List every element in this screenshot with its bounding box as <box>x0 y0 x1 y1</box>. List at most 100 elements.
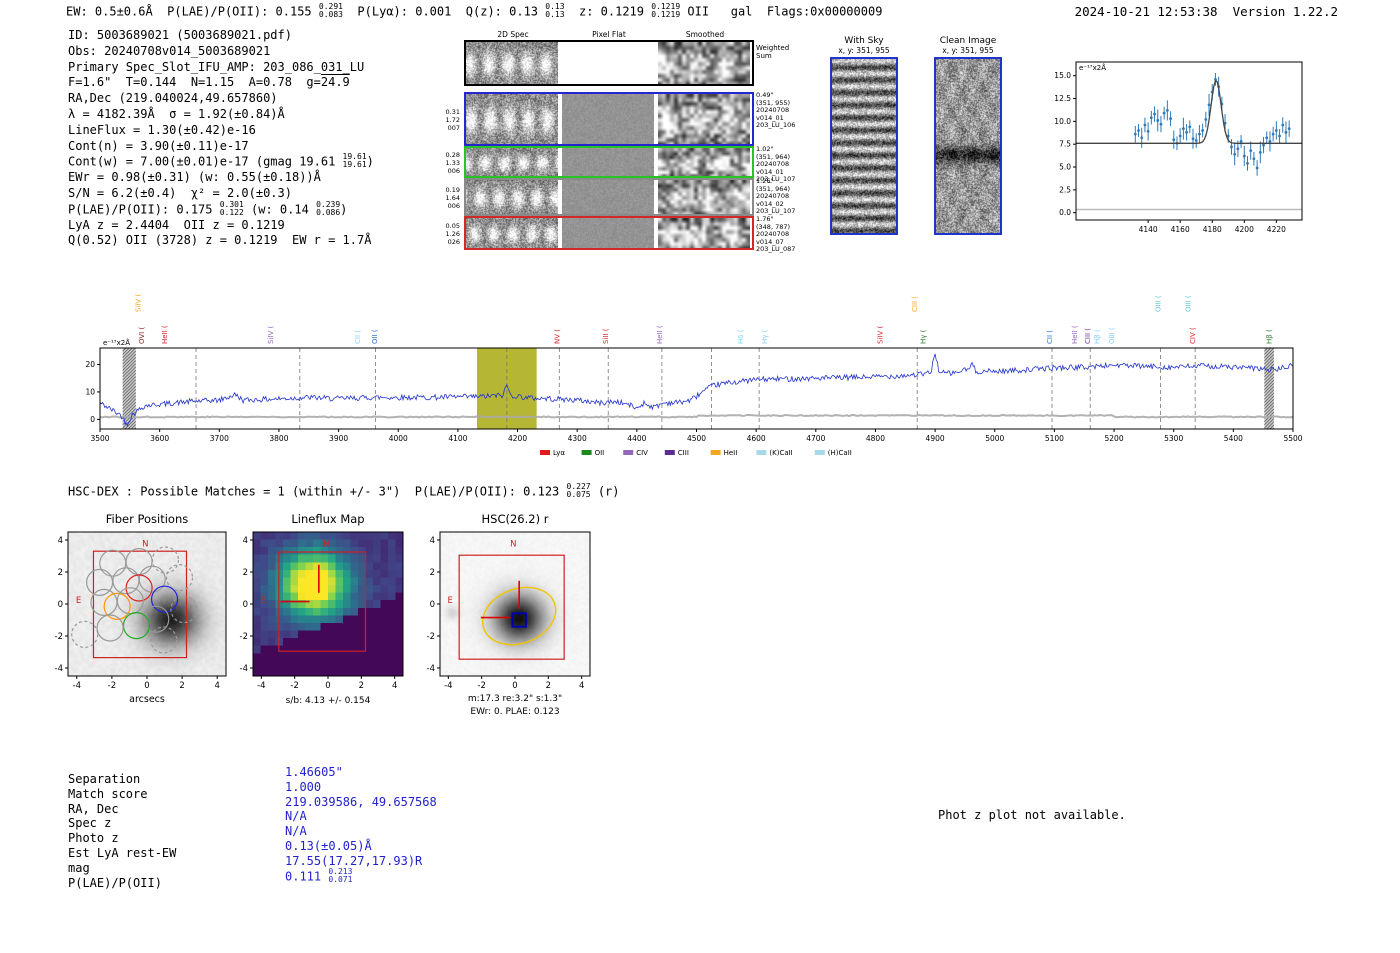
inset-data-point <box>1271 132 1275 136</box>
spectrum-x-tick-label: 4200 <box>508 434 527 443</box>
inset-data-point <box>1181 127 1185 131</box>
emission-line-label: OIII ( <box>1108 327 1116 344</box>
emission-line-label: CIII ( <box>911 296 919 312</box>
cutout-row2-weights: 0.19 1.64 006 <box>445 186 460 210</box>
legend-swatch <box>756 450 767 455</box>
legend-label: (K)CaII <box>769 449 792 457</box>
emission-line-label: HeII ( <box>161 325 169 344</box>
hsc-dex-match-line: HSC-DEX : Possible Matches = 1 (within +… <box>68 483 620 500</box>
legend-label: (H)CaII <box>828 449 852 457</box>
cutout-col-header-pixelflat: Pixel Flat <box>592 30 626 39</box>
emission-line-label: SiIV ( <box>135 294 143 312</box>
inset-data-point <box>1278 134 1281 138</box>
inset-data-point <box>1252 157 1256 161</box>
inset-data-point <box>1188 125 1192 129</box>
fiber-panel-y-tick-label: -4 <box>55 664 63 674</box>
inset-data-point <box>1143 123 1147 127</box>
info-line-11-text: P(LAE)/P(OII): 0.175 <box>68 202 220 217</box>
inset-data-point <box>1162 111 1166 115</box>
fiber-circle-gray <box>125 548 153 576</box>
fiber-panel-y-tick-label: 2 <box>58 568 63 578</box>
info-line-0-text: ID: 5003689021 (5003689021.pdf) <box>68 28 292 42</box>
info-line-12-text: LyA z = 2.4404 OII z = 0.1219 <box>68 217 285 232</box>
header-text: z: 0.1219 <box>564 4 652 19</box>
spectrum-x-tick-label: 4500 <box>687 434 706 443</box>
legend-swatch <box>581 450 592 455</box>
emission-line-label: SiIV ( <box>267 326 275 344</box>
match-table-value: 0.111 0.213 0.071 <box>285 866 353 884</box>
cutout-row2-fiber-info: 1.26" (351, 964) 20240708 v014_02 203_LU_107 <box>756 177 796 216</box>
info-line-2-text: Primary Spec_Slot_IFU_AMP: 203_086_031_L… <box>68 59 365 74</box>
inset-x-tick-label: 4140 <box>1139 225 1158 234</box>
info-line-3-overline: 24.9 <box>320 75 350 90</box>
legend-swatch <box>814 450 825 455</box>
inset-data-point <box>1262 143 1265 147</box>
match-table-value-fraction: 0.213 0.071 <box>328 866 353 884</box>
spectrum-x-tick-label: 3900 <box>329 434 348 443</box>
match-table-row: Est LyA rest-EW 0.13(±0.05)Å <box>68 839 488 861</box>
inset-fit-curve <box>1076 79 1302 144</box>
cutout-row2-border <box>464 178 754 216</box>
with-sky-image <box>832 59 896 233</box>
header-text: EW: 0.5±0.6Å P(LAE)/P(OII): 0.155 <box>66 4 319 19</box>
emission-line-label: Hβ ( <box>1094 329 1102 344</box>
info-line-6-text: LineFlux = 1.30(±0.42)e-16 <box>68 122 256 137</box>
cutout-row3-weights: 0.05 1.26 026 <box>445 222 460 246</box>
match-table-value: 219.039586, 49.657568 <box>285 794 437 809</box>
spectrum-x-tick-label: 4900 <box>926 434 945 443</box>
cutout-col-header-smoothed: Smoothed <box>685 30 725 39</box>
fiber-circle-gray <box>90 588 118 616</box>
inset-y-tick-label: 2.5 <box>1059 185 1071 194</box>
emission-line-label: SiIV ( <box>877 326 885 344</box>
emission-line-label: Hδ ( <box>737 329 745 344</box>
fiber-panel-y-tick-label: -2 <box>55 632 63 642</box>
info-line-11-fraction: 0.239 0.086 <box>316 199 341 217</box>
inset-data-point <box>1198 132 1201 136</box>
inset-data-point <box>1156 119 1160 122</box>
inset-data-point <box>1165 109 1169 112</box>
match-table-value: N/A <box>285 824 307 839</box>
inset-x-tick-label: 4180 <box>1203 225 1222 234</box>
inset-data-point <box>1172 138 1176 142</box>
info-line-9: EWr = 0.98(±0.31) (w: 0.55(±0.18))Å <box>68 170 374 186</box>
inset-data-point <box>1178 134 1182 138</box>
emission-line-label: Hγ ( <box>920 329 928 344</box>
info-line-8-text: Cont(w) = 7.00(±0.01)e-17 (gmag 19.61 <box>68 154 343 169</box>
match-table-value: N/A <box>285 809 307 824</box>
spectrum-x-tick-label: 4800 <box>866 434 885 443</box>
match-table-value: 0.13(±0.05)Å <box>285 839 372 853</box>
lineflux-panel-x-tick-label: 4 <box>392 681 397 691</box>
info-line-9-text: EWr = 0.98(±0.31) (w: 0.55(±0.18))Å <box>68 170 321 185</box>
info-line-7-text: Cont(n) = 3.90(±0.11)e-17 <box>68 138 249 153</box>
inset-y-tick-label: 7.5 <box>1059 140 1071 149</box>
error-spectrum-line <box>99 413 1294 419</box>
fiber-panel-x-tick-label: -4 <box>73 681 81 691</box>
spectrum-x-tick-label: 4400 <box>627 434 646 443</box>
lineflux-panel-y-tick-label: 4 <box>243 536 248 546</box>
inset-data-point <box>1185 130 1188 134</box>
inset-data-point <box>1239 140 1243 143</box>
info-line-0: ID: 5003689021 (5003689021.pdf) <box>68 28 374 44</box>
inset-x-tick-label: 4220 <box>1267 225 1286 234</box>
hsc-panel-y-tick-label: 0 <box>430 600 435 610</box>
info-line-8-fraction: 19.61 19.61 <box>342 152 367 170</box>
inset-x-tick-label: 4200 <box>1235 225 1254 234</box>
spectrum-x-tick-label: 5200 <box>1105 434 1124 443</box>
match-table-label: Match score <box>68 786 148 801</box>
spectrum-x-tick-label: 5500 <box>1283 434 1302 443</box>
inset-y-tick-label: 10.0 <box>1054 117 1071 126</box>
header-fraction: 0.1219 0.1219 <box>651 2 681 19</box>
spectrum-x-tick-label: 5300 <box>1164 434 1183 443</box>
legend-swatch <box>623 450 634 455</box>
match-table-label: Spec z <box>68 816 112 831</box>
lineflux-panel-x-tick-label: 0 <box>325 681 330 691</box>
clean-image-title: Clean Image <box>939 36 997 46</box>
cutout-col-header-2dspec: 2D Spec <box>497 30 529 39</box>
hsc-panel-y-tick-label: -2 <box>427 632 435 642</box>
weighted-sum-label: Weighted Sum <box>756 44 789 60</box>
spectrum-y-tick-label: 20 <box>85 360 95 369</box>
match-table-row: Separation 1.46605" <box>68 765 488 787</box>
inset-data-point <box>1284 130 1288 134</box>
emission-line-label: CII ( <box>354 330 362 344</box>
fiber-panel-x-tick-label: 2 <box>179 681 184 691</box>
